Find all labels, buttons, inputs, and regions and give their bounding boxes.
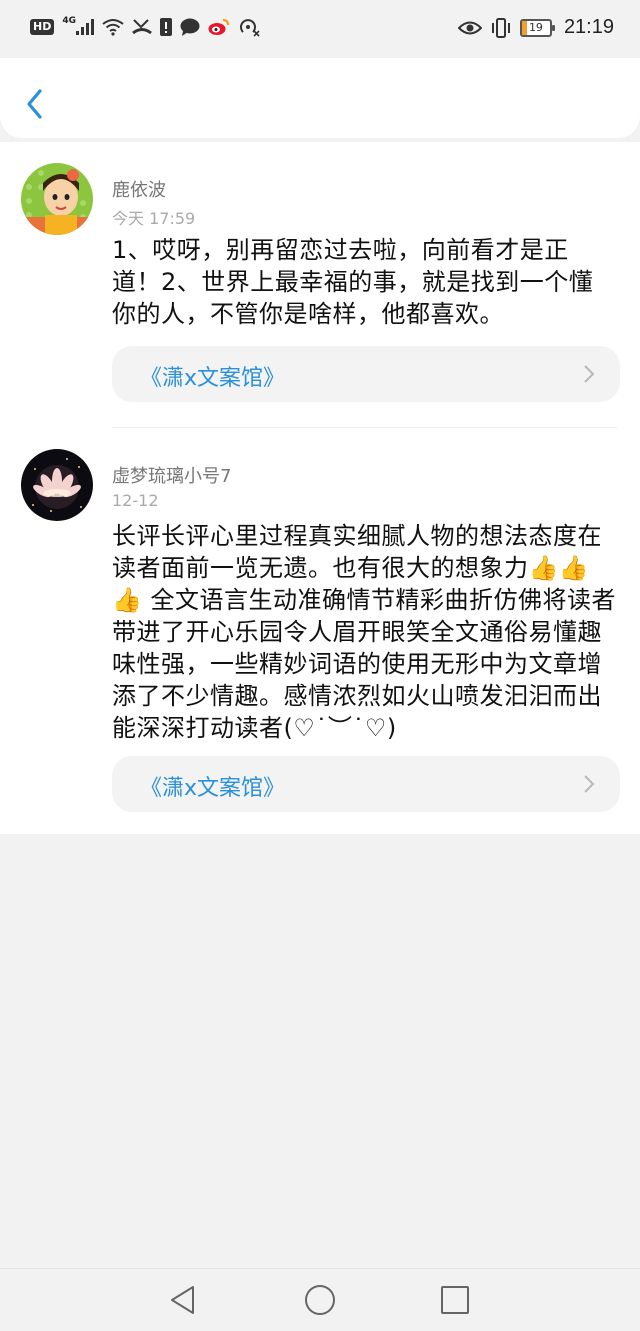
status-left: HD 4G	[30, 16, 260, 38]
battery-level: 19	[528, 20, 543, 34]
network-type: 4G	[62, 16, 76, 26]
battery-icon: 19	[519, 18, 555, 37]
comment-list: 鹿依波 今天 17:59 1、哎呀，别再留恋过去啦，向前看才是正道！2、世界上最…	[0, 142, 640, 834]
avatar[interactable]	[21, 449, 93, 521]
missed-call-icon	[132, 16, 152, 38]
chevron-right-icon	[584, 365, 595, 383]
avatar[interactable]	[21, 163, 93, 235]
vibrate-icon	[490, 17, 512, 39]
nav-recents-button[interactable]	[438, 1283, 472, 1317]
eye-icon	[457, 17, 482, 39]
recents-square-icon	[441, 1286, 469, 1314]
back-triangle-icon	[171, 1286, 194, 1314]
home-circle-icon	[305, 1285, 335, 1315]
status-right: 19 21:19	[457, 16, 614, 39]
book-title: 《潇x文案馆》	[140, 366, 286, 391]
status-bar: HD 4G 19 21:19	[0, 0, 640, 58]
book-link[interactable]: 《潇x文案馆》	[112, 346, 620, 402]
hd-label: HD	[30, 19, 55, 35]
comment-time: 今天 17:59	[112, 209, 196, 228]
comment-author[interactable]: 虚梦琉璃小号7	[112, 462, 231, 488]
chevron-left-icon	[27, 89, 42, 119]
comment-author[interactable]: 鹿依波	[112, 176, 166, 202]
battery-fill	[521, 20, 528, 35]
comment-item: 鹿依波 今天 17:59 1、哎呀，别再留恋过去啦，向前看才是正道！2、世界上最…	[0, 142, 640, 428]
chevron-right-icon	[584, 775, 595, 793]
back-button[interactable]	[22, 86, 52, 122]
wifi-icon	[102, 16, 124, 38]
book-link[interactable]: 《潇x文案馆》	[112, 756, 620, 812]
header	[0, 58, 640, 138]
weibo-icon	[208, 16, 230, 38]
nav-home-button[interactable]	[303, 1283, 337, 1317]
comment-content: 1、哎呀，别再留恋过去啦，向前看才是正道！2、世界上最幸福的事，就是找到一个懂你…	[112, 236, 594, 328]
hotspot-icon	[238, 16, 260, 38]
clock: 21:19	[563, 16, 614, 38]
signal-icon: 4G	[62, 16, 94, 38]
navigation-bar	[0, 1268, 640, 1331]
nav-back-button[interactable]	[166, 1283, 200, 1317]
comment-item: 虚梦琉璃小号7 12-12 长评长评心里过程真实细腻人物的想法态度在读者面前一览…	[0, 428, 640, 834]
book-title: 《潇x文案馆》	[140, 776, 286, 801]
comment-time: 12-12	[112, 491, 159, 510]
alert-icon	[160, 16, 172, 38]
comment-content: 长评长评心里过程真实细腻人物的想法态度在读者面前一览无遗。也有很大的想象力👍👍👍…	[112, 522, 617, 742]
hd-icon: HD	[30, 16, 55, 38]
message-icon	[180, 16, 200, 38]
